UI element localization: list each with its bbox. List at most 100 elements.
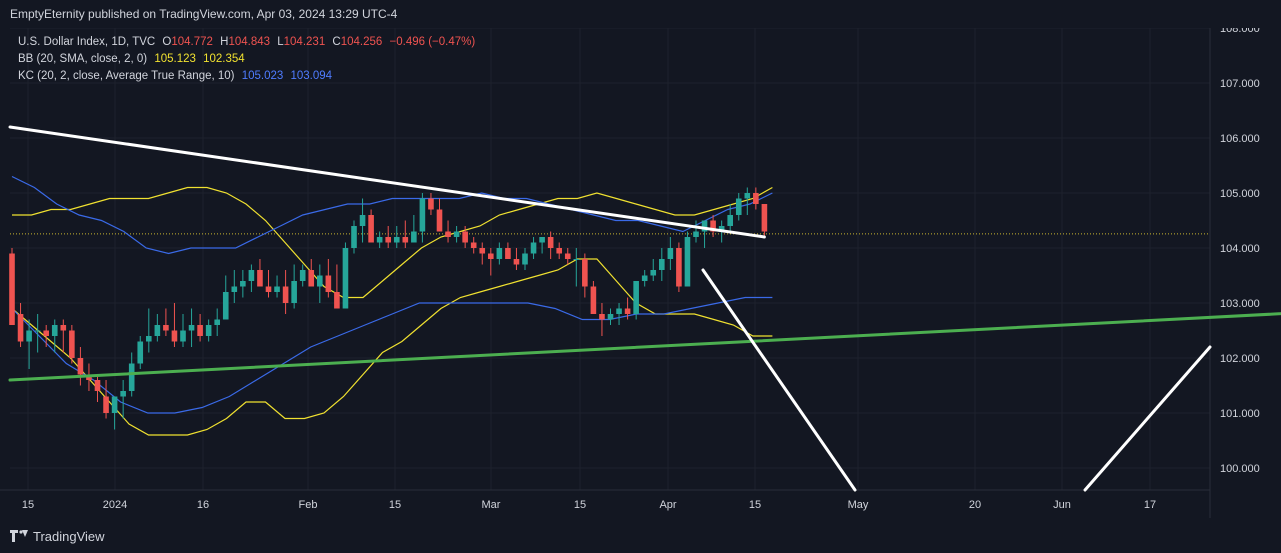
publisher-text: EmptyEternity published on TradingView.c… (10, 7, 398, 21)
time-tick-label: 17 (1144, 499, 1156, 511)
candle-body (539, 237, 545, 243)
legend-ohlc: U.S. Dollar Index, 1D, TVC O104.772 H104… (18, 36, 479, 48)
candle-body (69, 330, 75, 358)
candle-body (753, 193, 759, 204)
candle-body (761, 204, 768, 232)
price-tick-label: 103.000 (1220, 298, 1260, 310)
time-tick-label: Feb (299, 499, 318, 511)
candle-body (633, 281, 639, 314)
legend-symbol: U.S. Dollar Index, 1D, TVC (18, 36, 156, 48)
legend-bb-label: BB (20, SMA, close, 2, 0) (18, 53, 148, 65)
legend-kc-lower: 103.094 (290, 70, 333, 82)
candle-body (385, 237, 391, 243)
candle-body (624, 308, 631, 314)
candle-body (103, 396, 109, 413)
candle-body (402, 237, 409, 243)
candle-body (411, 231, 417, 243)
keltner-upper-line (11, 175, 773, 255)
candle-body (599, 314, 605, 320)
time-tick-label: May (848, 499, 869, 511)
candle-body (564, 253, 571, 259)
candle-body (479, 248, 486, 254)
candle-body (462, 231, 468, 243)
time-tick-label: Apr (659, 499, 676, 511)
candle-body (282, 286, 289, 303)
candle-body (376, 237, 383, 243)
candle-body (231, 286, 238, 292)
candle-body (428, 198, 434, 210)
time-tick-label: 15 (22, 499, 34, 511)
publisher-bar: EmptyEternity published on TradingView.c… (0, 0, 1281, 28)
candle-body (727, 215, 733, 226)
price-tick-label: 102.000 (1220, 353, 1260, 365)
candle-body (573, 259, 580, 260)
legend-low: L104.231 (277, 36, 326, 48)
candle-body (368, 215, 374, 243)
candle-body (470, 242, 477, 248)
candle-body (735, 198, 742, 215)
candle-body (693, 231, 699, 237)
candle-body (17, 314, 24, 342)
bollinger-upper-line (12, 186, 773, 299)
candle-body (26, 330, 32, 342)
candle-body (419, 198, 426, 232)
candle-body (77, 358, 84, 375)
candle-body (222, 292, 229, 320)
candle-body (659, 259, 665, 270)
candle-body (530, 242, 537, 254)
candle-body (556, 248, 562, 254)
legend-open: O104.772 (162, 36, 213, 48)
candle-body (308, 270, 315, 287)
candle-body (650, 270, 657, 276)
keltner-lower-line (11, 296, 773, 414)
time-tick-label: 20 (969, 499, 981, 511)
candle-body (214, 319, 220, 325)
price-chart[interactable]: 108.000107.000106.000105.000104.000103.0… (0, 0, 1281, 553)
candle-body (488, 253, 494, 259)
candle-body (359, 215, 366, 226)
candle-body (128, 363, 135, 391)
candle-body (325, 275, 332, 292)
legend-high: H104.843 (220, 36, 271, 48)
candle-body (616, 308, 622, 314)
candle-body (154, 325, 161, 336)
candle-body (197, 325, 203, 336)
time-tick-label: 15 (389, 499, 401, 511)
legend-change: −0.496 (−0.47%) (389, 36, 476, 48)
candle-body (607, 314, 614, 320)
candle-body (676, 248, 682, 287)
footer-bar: TradingView (0, 518, 1281, 553)
candle-body (436, 209, 443, 232)
candle-body (240, 281, 246, 287)
candle-body (684, 237, 691, 287)
candle-body (43, 330, 49, 336)
legend-kc: KC (20, 2, close, Average True Range, 10… (18, 70, 336, 82)
price-tick-label: 106.000 (1220, 133, 1260, 145)
time-tick-label: 16 (197, 499, 209, 511)
candle-body (248, 270, 255, 281)
legend-kc-label: KC (20, 2, close, Average True Range, 10… (18, 70, 235, 82)
candle-body (94, 380, 101, 391)
price-tick-label: 100.000 (1220, 463, 1260, 475)
candle-body (299, 270, 306, 281)
candle-body (111, 396, 118, 413)
candle-body (34, 330, 41, 332)
candle-body (60, 325, 67, 331)
tradingview-logo-icon (10, 530, 28, 542)
candle-body (51, 325, 58, 336)
candle-body (505, 248, 511, 259)
candle-body (547, 237, 554, 248)
footer-brand[interactable]: TradingView (33, 529, 105, 544)
candle-body (582, 259, 588, 287)
candle-body (334, 292, 340, 309)
candle-body (445, 231, 451, 237)
candle-body (317, 275, 323, 287)
candle-body (667, 248, 674, 259)
candle-body (496, 248, 503, 259)
candle-body (453, 231, 460, 237)
price-tick-label: 104.000 (1220, 243, 1260, 255)
candle-body (342, 248, 349, 309)
trendline-white (8, 125, 766, 239)
legend-bb: BB (20, SMA, close, 2, 0) 105.123 102.35… (18, 53, 249, 65)
candle-body (137, 341, 144, 364)
